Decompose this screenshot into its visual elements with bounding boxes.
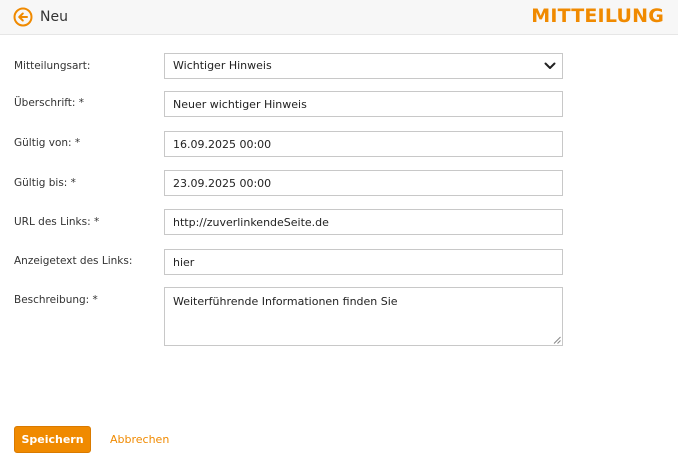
valid-to-label: Gültig bis: * xyxy=(14,177,76,189)
cancel-button[interactable]: Abbrechen xyxy=(110,433,169,446)
message-type-value: Wichtiger Hinweis xyxy=(173,59,272,72)
back-button[interactable] xyxy=(13,7,33,27)
description-wrapper: Weiterführende Informationen finden Sie xyxy=(164,287,563,346)
description-label: Beschreibung: * xyxy=(14,294,98,306)
link-text-label: Anzeigetext des Links: xyxy=(14,255,133,267)
link-url-input[interactable] xyxy=(164,209,563,235)
valid-from-input[interactable] xyxy=(164,131,563,157)
message-type-select[interactable]: Wichtiger Hinweis xyxy=(164,53,563,79)
resize-grip-icon[interactable] xyxy=(553,336,561,344)
heading-label: Überschrift: * xyxy=(14,97,85,109)
message-type-label: Mitteilungsart: xyxy=(14,60,91,72)
valid-to-input[interactable] xyxy=(164,170,563,196)
save-button[interactable]: Speichern xyxy=(14,426,91,453)
heading-input[interactable] xyxy=(164,91,563,117)
valid-from-label: Gültig von: * xyxy=(14,137,81,149)
section-brand-title: MITTEILUNG xyxy=(531,5,664,27)
page-title: Neu xyxy=(40,9,68,25)
link-text-input[interactable] xyxy=(164,249,563,275)
description-textarea[interactable]: Weiterführende Informationen finden Sie xyxy=(164,287,563,346)
chevron-down-icon xyxy=(544,62,556,69)
header-bar: Neu MITTEILUNG xyxy=(0,0,678,35)
arrow-left-circle-icon xyxy=(13,7,33,27)
link-url-label: URL des Links: * xyxy=(14,216,100,228)
